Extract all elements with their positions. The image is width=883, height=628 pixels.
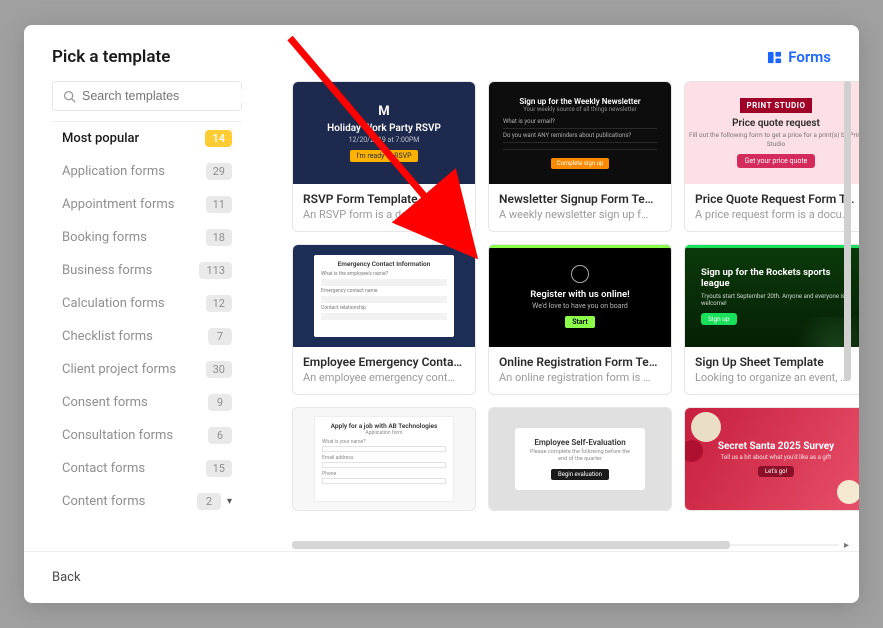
category-count-badge: 12: [206, 295, 232, 312]
chevron-down-icon: ▾: [227, 496, 232, 507]
template-card[interactable]: Register with us online!We'd love to hav…: [488, 244, 672, 395]
category-label: Contact forms: [62, 461, 145, 476]
category-list[interactable]: Most popular14Application forms29Appoint…: [52, 121, 242, 551]
category-label: Application forms: [62, 164, 165, 179]
sidebar: Most popular14Application forms29Appoint…: [52, 81, 252, 551]
category-count-badge: 113: [199, 262, 232, 279]
template-card-info: Employee Emergency Contac… An employee e…: [293, 347, 475, 394]
category-item[interactable]: Booking forms 18: [52, 221, 242, 254]
search-icon: [63, 90, 76, 103]
category-label: Most popular: [62, 131, 139, 146]
template-card[interactable]: Sign up for the Rockets sports leagueTry…: [684, 244, 859, 395]
back-button[interactable]: Back: [52, 570, 81, 585]
category-label: Calculation forms: [62, 296, 165, 311]
category-item[interactable]: Content forms 2 ▾: [52, 485, 242, 518]
category-count-badge: 18: [206, 229, 232, 246]
search-box[interactable]: [52, 81, 242, 111]
template-card-title: Newsletter Signup Form Tem…: [499, 192, 661, 206]
category-count-badge: 11: [206, 196, 232, 213]
modal-footer: Back: [24, 551, 859, 603]
template-card-desc: An RSVP form is a documen…: [303, 208, 465, 221]
template-card[interactable]: Secret Santa 2025 SurveyTell us a bit ab…: [684, 407, 859, 511]
template-card-desc: An employee emergency cont…: [303, 371, 465, 384]
category-count-badge: 2: [197, 493, 221, 510]
category-label: Booking forms: [62, 230, 147, 245]
category-item[interactable]: Checklist forms 7: [52, 320, 242, 353]
modal-title: Pick a template: [52, 47, 170, 67]
template-card-desc: Looking to organize an event, …: [695, 371, 857, 384]
gallery-scrollbar-horizontal[interactable]: ▸: [292, 541, 839, 549]
category-label: Content forms: [62, 494, 145, 509]
template-card-desc: An online registration form is …: [499, 371, 661, 384]
category-item[interactable]: Application forms 29: [52, 155, 242, 188]
forms-icon: [767, 50, 782, 65]
category-label: Consent forms: [62, 395, 148, 410]
template-card-info: Sign Up Sheet Template Looking to organi…: [685, 347, 859, 394]
template-card-desc: A weekly newsletter sign up f…: [499, 208, 661, 221]
template-card[interactable]: PRINT STUDIOPrice quote requestFill out …: [684, 81, 859, 232]
category-item[interactable]: Consultation forms 6: [52, 419, 242, 452]
category-label: Checklist forms: [62, 329, 153, 344]
template-card-title: Price Quote Request Form Te…: [695, 192, 857, 206]
template-card-title: RSVP Form Template: [303, 192, 465, 206]
template-card[interactable]: Employee Self-EvaluationPlease complete …: [488, 407, 672, 511]
category-label: Client project forms: [62, 362, 176, 377]
template-card[interactable]: Apply for a job with AB TechnologiesAppl…: [292, 407, 476, 511]
category-item[interactable]: Appointment forms 11: [52, 188, 242, 221]
modal-content: Most popular14Application forms29Appoint…: [24, 81, 859, 551]
template-card-title: Employee Emergency Contac…: [303, 355, 465, 369]
template-card-info: Newsletter Signup Form Tem… A weekly new…: [489, 184, 671, 231]
template-card-title: Sign Up Sheet Template: [695, 355, 857, 369]
category-item[interactable]: Contact forms 15: [52, 452, 242, 485]
template-card-desc: A price request form is a docu…: [695, 208, 857, 221]
template-gallery-scroll[interactable]: MHoliday Work Party RSVP12/20/2019 at 7:…: [252, 81, 859, 551]
modal-header: Pick a template Forms: [24, 25, 859, 81]
category-count-badge: 6: [208, 427, 232, 444]
category-count-badge: 14: [205, 130, 232, 147]
template-card[interactable]: MHoliday Work Party RSVP12/20/2019 at 7:…: [292, 81, 476, 232]
category-item[interactable]: Calculation forms 12: [52, 287, 242, 320]
template-card-info: Price Quote Request Form Te… A price req…: [685, 184, 859, 231]
forms-brand-link[interactable]: Forms: [767, 48, 831, 66]
brand-label: Forms: [788, 48, 831, 66]
category-item[interactable]: Business forms 113: [52, 254, 242, 287]
template-card[interactable]: Sign up for the Weekly NewsletterYour we…: [488, 81, 672, 232]
category-item[interactable]: Consent forms 9: [52, 386, 242, 419]
template-card-info: RSVP Form Template An RSVP form is a doc…: [293, 184, 475, 231]
category-label: Business forms: [62, 263, 152, 278]
category-item[interactable]: Client project forms 30: [52, 353, 242, 386]
category-count-badge: 15: [206, 460, 232, 477]
category-count-badge: 9: [208, 394, 232, 411]
template-card-title: Online Registration Form Tem…: [499, 355, 661, 369]
category-label: Appointment forms: [62, 197, 175, 212]
category-label: Consultation forms: [62, 428, 173, 443]
gallery-scrollbar-vertical[interactable]: [844, 81, 851, 381]
template-card-info: Online Registration Form Tem… An online …: [489, 347, 671, 394]
category-item[interactable]: Most popular 14: [52, 122, 242, 155]
search-input[interactable]: [82, 89, 243, 103]
template-card[interactable]: Emergency Contact InformationWhat is the…: [292, 244, 476, 395]
template-picker-modal: Pick a template Forms Most popular 14 Appl…: [24, 25, 859, 603]
category-count-badge: 29: [206, 163, 232, 180]
template-gallery: MHoliday Work Party RSVP12/20/2019 at 7:…: [252, 81, 839, 511]
category-count-badge: 7: [208, 328, 232, 345]
category-count-badge: 30: [206, 361, 232, 378]
